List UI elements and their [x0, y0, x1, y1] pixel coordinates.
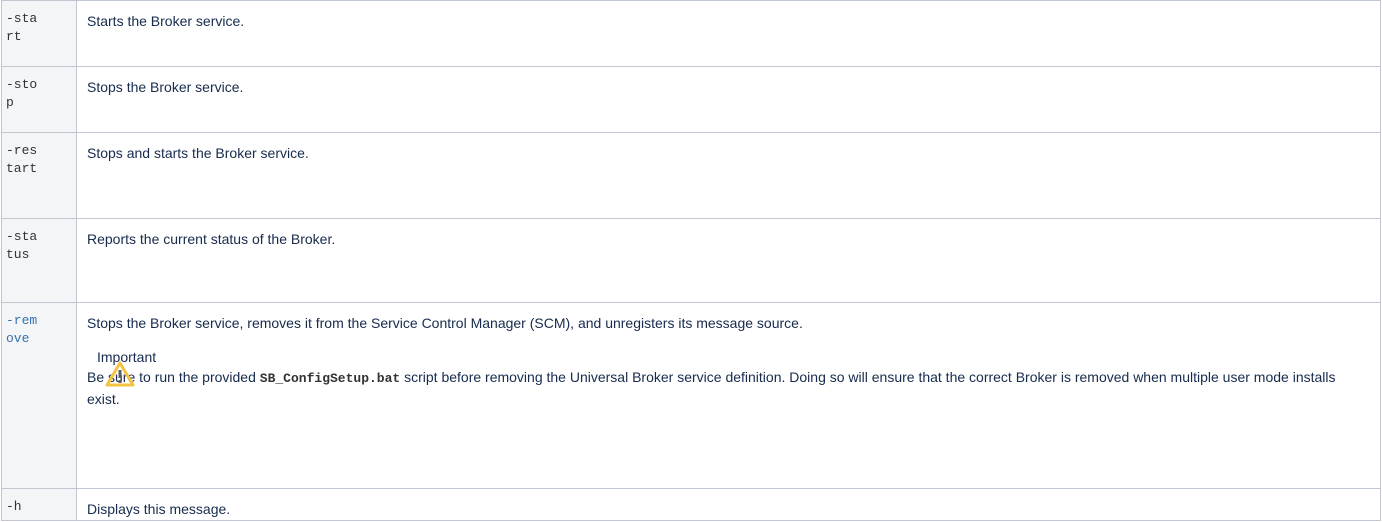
option-description: Stops the Broker service, removes it fro… — [76, 302, 1381, 489]
option-description: Starts the Broker service. — [76, 0, 1381, 67]
table-row: -start Starts the Broker service. — [1, 0, 1381, 67]
option-restart: -restart — [1, 132, 77, 219]
warning-icon — [105, 361, 135, 387]
table-row: -remove Stops the Broker service, remove… — [1, 302, 1381, 489]
option-description: Reports the current status of the Broker… — [76, 218, 1381, 303]
warning-text: Be sure to run the provided SB_ConfigSet… — [87, 369, 1336, 407]
table-row: -restart Stops and starts the Broker ser… — [1, 132, 1381, 219]
option-description: Stops the Broker service. — [76, 66, 1381, 133]
option-start: -start — [1, 0, 77, 67]
warning-panel: Important Be sure to run the provided SB… — [87, 347, 1370, 409]
option-description: Displays this message. — [76, 488, 1381, 521]
options-table: -start Starts the Broker service. -stop … — [1, 0, 1381, 521]
option-remove-link[interactable]: -remove — [1, 302, 77, 489]
option-status: -status — [1, 218, 77, 303]
option-stop: -stop — [1, 66, 77, 133]
option-description: Stops and starts the Broker service. — [76, 132, 1381, 219]
table-row: -h Displays this message. — [1, 488, 1381, 521]
table-row: -status Reports the current status of th… — [1, 218, 1381, 303]
option-h: -h — [1, 488, 77, 521]
table-row: -stop Stops the Broker service. — [1, 66, 1381, 133]
warning-title: Important — [97, 349, 157, 365]
file-name: SB_ConfigSetup.bat — [259, 371, 401, 386]
